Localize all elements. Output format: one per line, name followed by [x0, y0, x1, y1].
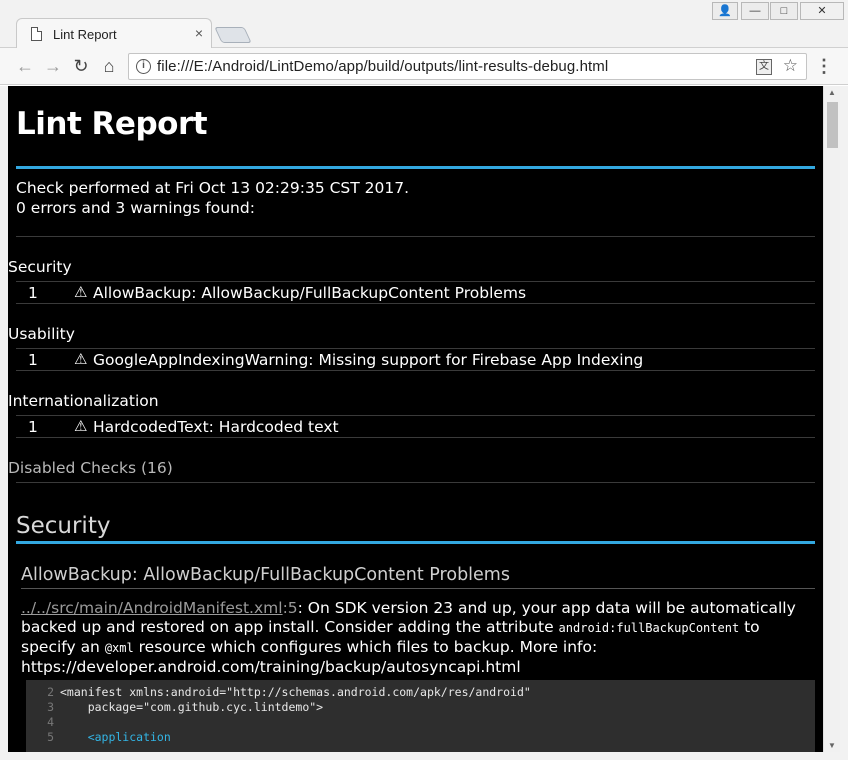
- desc-text-3: resource which configures which files to…: [133, 638, 598, 656]
- line-number: 3: [47, 700, 54, 714]
- issue-count: 1: [28, 284, 38, 302]
- browser-toolbar: ← → ↻ ⌂ i file:///E:/Android/LintDemo/ap…: [0, 48, 848, 85]
- browser-menu-icon[interactable]: ⋮: [815, 55, 833, 77]
- browser-tab[interactable]: Lint Report ×: [16, 18, 212, 48]
- check-timestamp: Check performed at Fri Oct 13 02:29:35 C…: [16, 179, 410, 197]
- window-titlebar: Lint Report × 👤 — □ ✕: [0, 0, 848, 48]
- section-title-security: Security: [16, 513, 111, 539]
- address-bar[interactable]: i file:///E:/Android/LintDemo/app/build/…: [128, 53, 807, 80]
- more-info-url[interactable]: https://developer.android.com/training/b…: [21, 658, 521, 676]
- reload-icon[interactable]: ↻: [70, 55, 92, 77]
- minimize-button[interactable]: —: [741, 2, 769, 20]
- issue-heading: AllowBackup: AllowBackup/FullBackupConte…: [21, 565, 510, 585]
- scrollbar-thumb[interactable]: [827, 102, 838, 148]
- warning-icon: ⚠: [74, 417, 88, 435]
- code-fullbackupcontent: android:fullBackupContent: [558, 621, 740, 635]
- code-text: <application: [60, 730, 171, 744]
- line-number: 4: [47, 715, 54, 729]
- overview-divider: [16, 236, 815, 237]
- issue-description: ../../src/main/AndroidManifest.xml:5: On…: [21, 599, 817, 677]
- issue-count: 1: [28, 418, 38, 436]
- close-window-button[interactable]: ✕: [800, 2, 844, 20]
- category-internationalization: Internationalization: [8, 392, 159, 410]
- scroll-down-arrow-icon[interactable]: ▼: [828, 741, 836, 750]
- maximize-button[interactable]: □: [770, 2, 798, 20]
- back-arrow-icon[interactable]: ←: [14, 55, 36, 77]
- table-row: 1 ⚠ AllowBackup: AllowBackup/FullBackupC…: [16, 281, 815, 304]
- page-title: Lint Report: [16, 106, 208, 142]
- manifest-path-link[interactable]: ../../src/main/AndroidManifest.xml: [21, 599, 283, 617]
- window-frame-bottom: [0, 752, 848, 760]
- path-prefix: ../../src/main/: [21, 599, 123, 617]
- document-icon: [31, 27, 42, 41]
- issue-link-allowbackup[interactable]: AllowBackup: AllowBackup/FullBackupConte…: [93, 284, 526, 302]
- warning-icon: ⚠: [74, 350, 88, 368]
- url-text[interactable]: file:///E:/Android/LintDemo/app/build/ou…: [157, 58, 608, 75]
- bookmark-star-icon[interactable]: ☆: [783, 56, 798, 76]
- forward-arrow-icon[interactable]: →: [42, 55, 64, 77]
- code-line: 2 <manifest xmlns:android="http://schemas…: [26, 685, 815, 700]
- category-security: Security: [8, 258, 72, 276]
- code-text: package="com.github.cyc.lintdemo">: [60, 700, 324, 714]
- issue-divider: [21, 588, 815, 589]
- line-number: 2: [47, 685, 54, 699]
- code-snippet: 2 <manifest xmlns:android="http://schemas…: [26, 680, 815, 752]
- window-frame-left: [0, 86, 8, 760]
- user-icon[interactable]: 👤: [712, 2, 738, 20]
- window-frame-right: [840, 86, 848, 760]
- home-icon[interactable]: ⌂: [98, 55, 120, 77]
- table-row: 1 ⚠ GoogleAppIndexingWarning: Missing su…: [16, 348, 815, 371]
- tab-title: Lint Report: [53, 27, 117, 42]
- new-tab-button[interactable]: [214, 27, 252, 43]
- code-line: 3 package="com.github.cyc.lintdemo">: [26, 700, 815, 715]
- page-viewport: Lint Report Check performed at Fri Oct 1…: [8, 86, 823, 752]
- category-usability: Usability: [8, 325, 75, 343]
- line-number: 5: [47, 730, 54, 744]
- code-line: 5 <application: [26, 730, 815, 745]
- section-divider: [16, 541, 815, 544]
- issue-link-hardcodedtext[interactable]: HardcodedText: Hardcoded text: [93, 418, 339, 436]
- table-row: 1 ⚠ HardcodedText: Hardcoded text: [16, 415, 815, 438]
- translate-icon[interactable]: 文: [756, 59, 772, 75]
- scroll-up-arrow-icon[interactable]: ▲: [828, 88, 836, 97]
- code-xml: @xml: [104, 641, 134, 655]
- title-divider: [16, 166, 815, 169]
- issue-link-appindexing[interactable]: GoogleAppIndexingWarning: Missing suppor…: [93, 351, 643, 369]
- warning-icon: ⚠: [74, 283, 88, 301]
- disabled-checks-link[interactable]: Disabled Checks (16): [8, 459, 173, 477]
- issue-count: 1: [28, 351, 38, 369]
- close-tab-icon[interactable]: ×: [195, 25, 203, 41]
- code-line: 4: [26, 715, 815, 730]
- line-ref: :5: [282, 599, 298, 617]
- path-file: AndroidManifest.xml: [122, 599, 283, 617]
- vertical-scrollbar[interactable]: ▲ ▼: [823, 86, 840, 752]
- summary-divider: [16, 482, 815, 483]
- summary-text: 0 errors and 3 warnings found:: [16, 199, 255, 217]
- code-text: <manifest xmlns:android="http://schemas.…: [60, 685, 531, 699]
- info-icon[interactable]: i: [136, 59, 151, 74]
